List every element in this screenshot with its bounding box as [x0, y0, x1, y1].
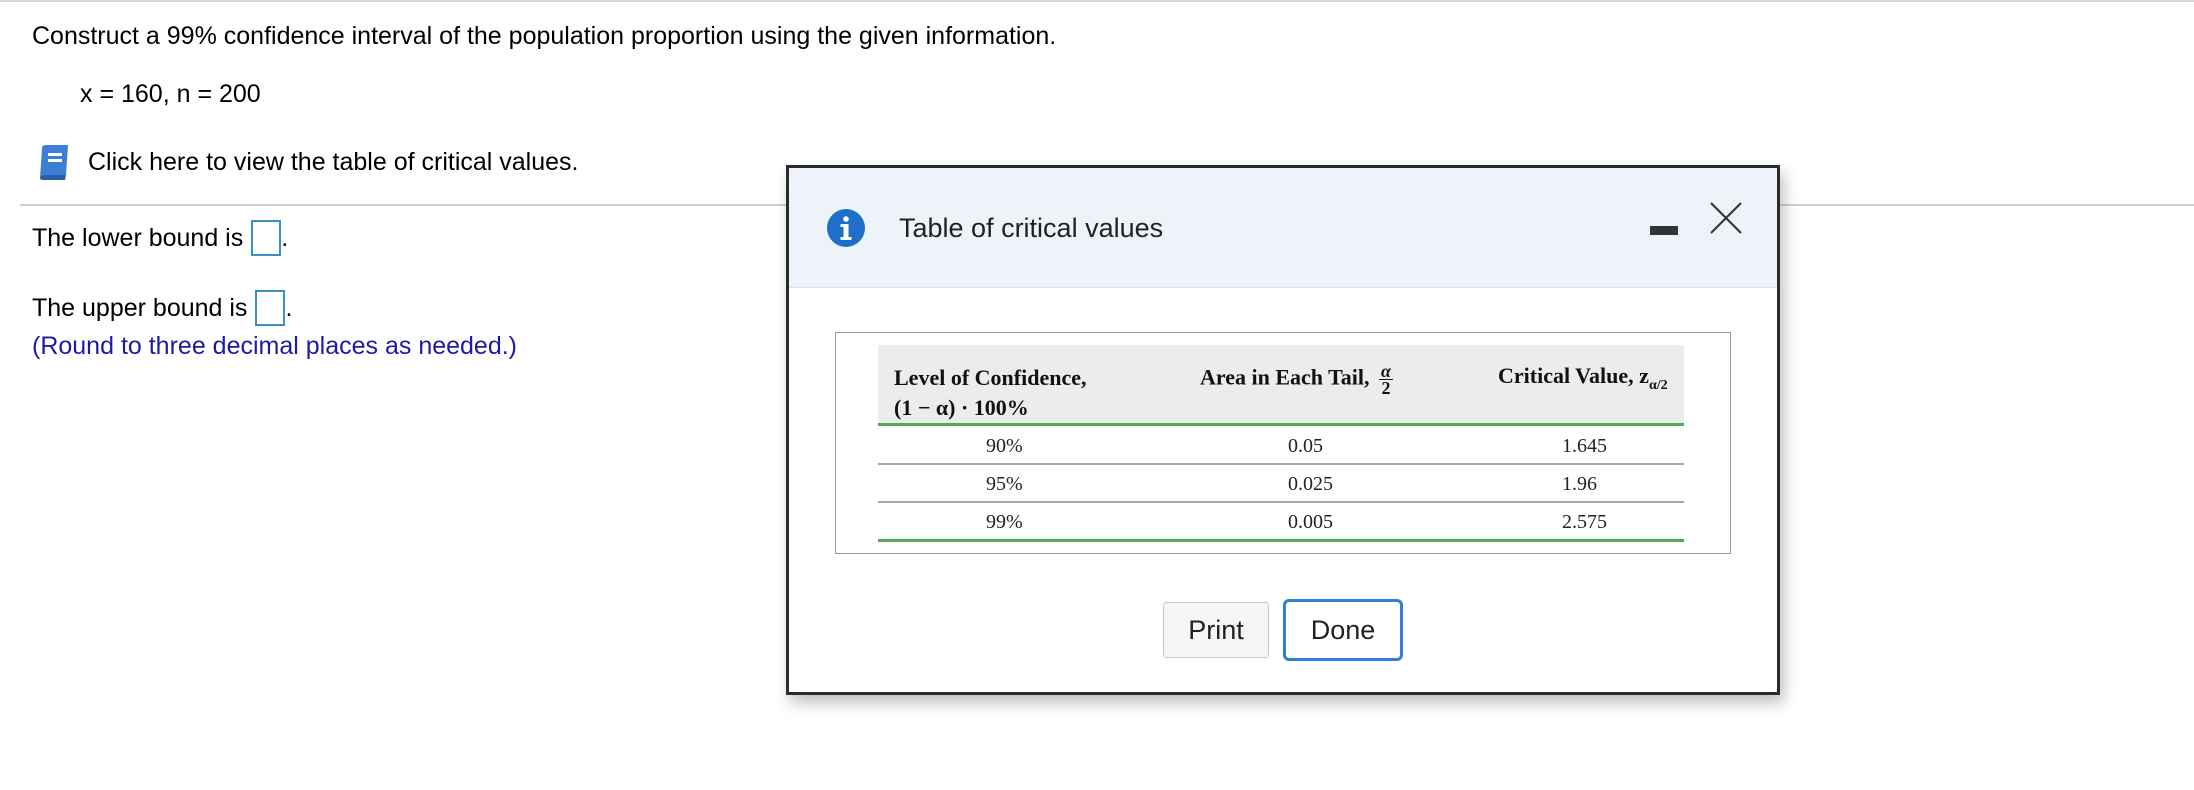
- header-col3-subscript: α/2: [1648, 378, 1668, 393]
- dialog-title: Table of critical values: [899, 213, 1164, 243]
- print-button[interactable]: Print: [1163, 602, 1269, 658]
- header-col1-line2: (1 − α) · 100%: [894, 395, 1029, 420]
- row-area: 0.05: [1288, 435, 1323, 457]
- frac-denominator: 2: [1381, 378, 1391, 398]
- critical-values-table: Level of Confidence, (1 − α) · 100% Area…: [835, 332, 1731, 554]
- upper-bound-input[interactable]: [255, 290, 286, 326]
- table-row: 99% 0.005 2.575: [878, 503, 1684, 542]
- lower-bound-row: The lower bound is .: [32, 220, 288, 256]
- info-icon: [827, 209, 865, 247]
- header-col1-line1: Level of Confidence,: [894, 365, 1087, 390]
- table-row: 95% 0.025 1.96: [878, 465, 1684, 503]
- header-area-in-each-tail: Area in Each Tail, α 2: [1200, 362, 1393, 398]
- dialog-header: Table of critical values: [789, 168, 1777, 288]
- minimize-button[interactable]: [1648, 212, 1680, 244]
- done-button[interactable]: Done: [1283, 599, 1403, 661]
- header-critical-value: Critical Value, zα/2: [1498, 363, 1668, 394]
- header-col3-text: Critical Value, z: [1498, 363, 1649, 388]
- lower-bound-label: The lower bound is: [32, 223, 244, 252]
- given-values: x = 160, n = 200: [80, 80, 261, 108]
- table-row: 90% 0.05 1.645: [878, 427, 1684, 465]
- top-divider: [0, 0, 2194, 2]
- row-area: 0.025: [1288, 473, 1333, 495]
- row-critical: 1.645: [1562, 435, 1607, 457]
- question-prompt: Construct a 99% confidence interval of t…: [32, 22, 1057, 50]
- row-critical: 1.96: [1562, 473, 1597, 495]
- lower-bound-input[interactable]: [251, 220, 282, 256]
- row-confidence: 95%: [986, 473, 1023, 495]
- book-icon: [40, 145, 68, 180]
- table-link-text: Click here to view the table of critical…: [88, 147, 579, 176]
- header-col2-text: Area in Each Tail,: [1200, 364, 1370, 390]
- rounding-note: (Round to three decimal places as needed…: [32, 332, 518, 360]
- close-icon[interactable]: [1706, 198, 1746, 238]
- alpha-over-two: α 2: [1379, 362, 1393, 398]
- lower-bound-period: .: [281, 223, 289, 252]
- upper-bound-period: .: [285, 293, 293, 322]
- critical-values-dialog: Table of critical values Level of Confid…: [786, 165, 1780, 695]
- table-header: Level of Confidence, (1 − α) · 100% Area…: [878, 345, 1684, 426]
- row-confidence: 99%: [986, 511, 1023, 533]
- upper-bound-label: The upper bound is: [32, 293, 248, 322]
- upper-bound-row: The upper bound is .: [32, 290, 292, 326]
- row-area: 0.005: [1288, 511, 1333, 533]
- header-level-of-confidence: Level of Confidence, (1 − α) · 100%: [894, 363, 1086, 423]
- minimize-icon: [1650, 226, 1678, 235]
- row-critical: 2.575: [1562, 511, 1607, 533]
- row-confidence: 90%: [986, 435, 1023, 457]
- table-link[interactable]: Click here to view the table of critical…: [34, 142, 579, 182]
